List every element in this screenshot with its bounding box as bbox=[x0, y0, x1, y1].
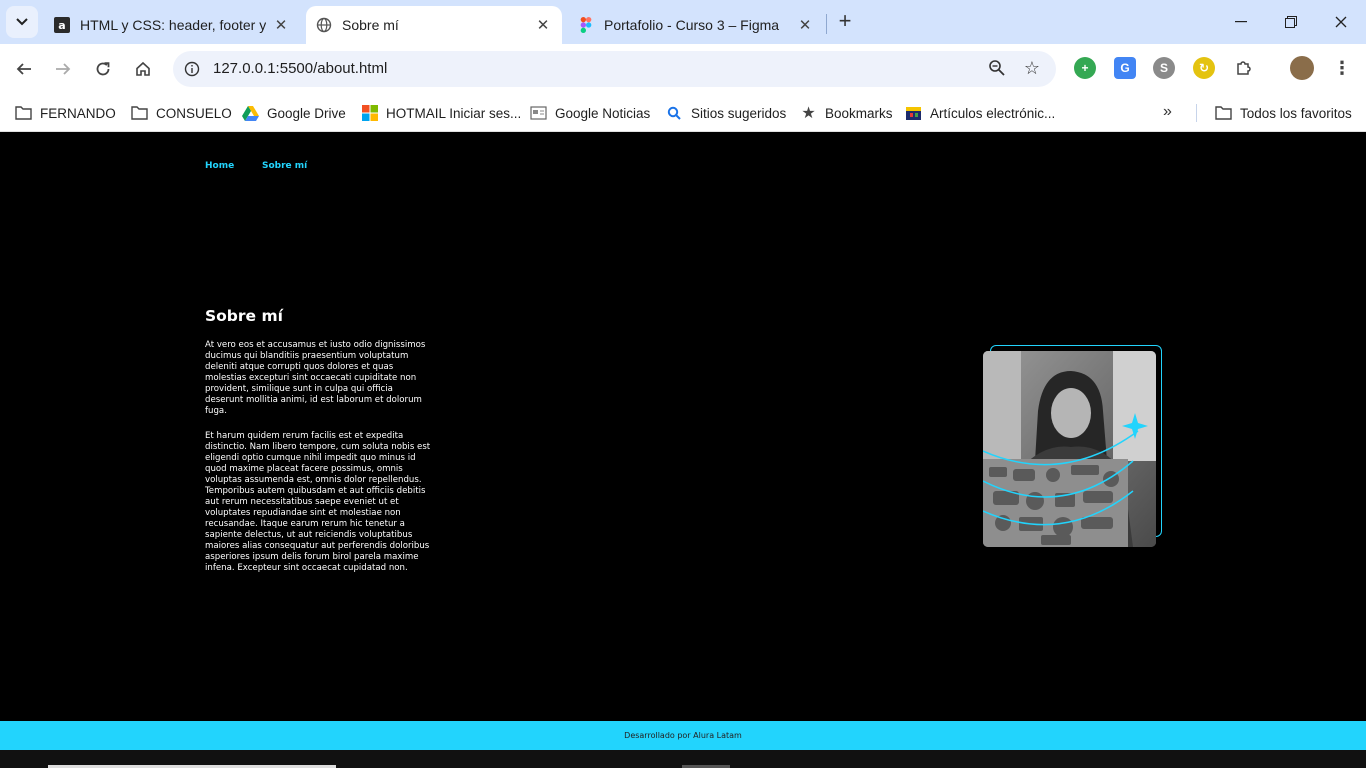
bookmark-all-favorites[interactable]: Todos los favoritos bbox=[1215, 102, 1352, 124]
store-icon bbox=[905, 105, 922, 122]
tab-alura[interactable]: a HTML y CSS: header, footer y va ✕ bbox=[44, 6, 300, 44]
back-icon[interactable] bbox=[11, 56, 37, 82]
close-window-icon[interactable] bbox=[1326, 8, 1356, 36]
bookmark-star-icon[interactable]: ☆ bbox=[1024, 58, 1040, 79]
minimize-icon[interactable] bbox=[1226, 8, 1256, 36]
bookmark-label: Google Noticias bbox=[555, 105, 651, 121]
folder-icon bbox=[1215, 105, 1232, 122]
extension-circle-icon[interactable]: ↻ bbox=[1193, 57, 1215, 79]
close-icon[interactable]: ✕ bbox=[796, 16, 814, 34]
folder-icon bbox=[15, 105, 32, 122]
figma-icon bbox=[578, 17, 594, 33]
more-bookmarks-icon[interactable]: » bbox=[1163, 103, 1172, 121]
bookmark-google-drive[interactable]: Google Drive bbox=[242, 102, 346, 124]
browser-toolbar: 127.0.0.1:5500/about.html ☆ + G S ↻ ⋮ bbox=[0, 44, 1366, 94]
close-icon[interactable]: ✕ bbox=[272, 16, 290, 34]
more-menu-icon[interactable]: ⋮ bbox=[1331, 57, 1353, 79]
skype-icon[interactable]: S bbox=[1153, 57, 1175, 79]
tab-title: HTML y CSS: header, footer y va bbox=[80, 17, 266, 33]
bookmark-hotmail[interactable]: HOTMAIL Iniciar ses... bbox=[361, 102, 521, 124]
bookmark-label: FERNANDO bbox=[40, 105, 116, 121]
bookmark-consuelo[interactable]: CONSUELO bbox=[131, 102, 232, 124]
bookmarks-bar: FERNANDO CONSUELO Google Drive HOTMAIL I… bbox=[0, 94, 1366, 132]
extensions-puzzle-icon[interactable] bbox=[1233, 57, 1255, 79]
about-paragraph-1: At vero eos et accusamus et iusto odio d… bbox=[205, 340, 426, 416]
chevron-down-icon bbox=[16, 18, 28, 26]
site-info-icon[interactable] bbox=[183, 60, 201, 78]
search-icon bbox=[666, 105, 683, 122]
bookmark-bookmarks[interactable]: ★ Bookmarks bbox=[800, 102, 893, 124]
profile-avatar[interactable] bbox=[1290, 56, 1314, 80]
bookmark-google-noticias[interactable]: Google Noticias bbox=[530, 102, 650, 124]
star-icon: ★ bbox=[801, 105, 816, 122]
google-drive-icon bbox=[242, 105, 259, 122]
url-text[interactable]: 127.0.0.1:5500/about.html bbox=[213, 60, 387, 77]
google-translate-icon[interactable]: G bbox=[1114, 57, 1136, 79]
home-icon[interactable] bbox=[130, 56, 156, 82]
alura-icon: a bbox=[54, 17, 70, 33]
reload-icon[interactable] bbox=[90, 56, 116, 82]
tab-separator bbox=[826, 14, 827, 34]
page-footer: Desarrollado por Alura Latam bbox=[0, 721, 1366, 750]
bookmark-articulos[interactable]: Artículos electrónic... bbox=[905, 102, 1055, 124]
nav-link-sobre-mi[interactable]: Sobre mí bbox=[262, 161, 307, 171]
new-tab-button[interactable]: + bbox=[834, 10, 856, 33]
bookmark-fernando[interactable]: FERNANDO bbox=[15, 102, 116, 124]
about-paragraph-2: Et harum quidem rerum facilis est et exp… bbox=[205, 431, 431, 573]
restore-icon[interactable] bbox=[1276, 8, 1306, 36]
close-icon[interactable]: ✕ bbox=[534, 16, 552, 34]
tab-title: Portafolio - Curso 3 – Figma bbox=[604, 17, 780, 33]
microsoft-icon bbox=[361, 105, 378, 122]
tab-search-button[interactable] bbox=[6, 6, 38, 38]
globe-icon bbox=[316, 17, 332, 33]
svg-text:a: a bbox=[58, 19, 65, 32]
bookmark-label: Todos los favoritos bbox=[1240, 105, 1352, 121]
profile-photo bbox=[983, 351, 1156, 547]
page-title: Sobre mí bbox=[205, 307, 283, 325]
bookmark-label: Bookmarks bbox=[825, 105, 893, 121]
extension-plus-icon[interactable]: + bbox=[1074, 57, 1096, 79]
bookmark-label: HOTMAIL Iniciar ses... bbox=[386, 105, 522, 121]
taskbar bbox=[0, 750, 1366, 768]
page-content: Home Sobre mí Sobre mí At vero eos et ac… bbox=[0, 133, 1366, 721]
bookmark-sitios-sugeridos[interactable]: Sitios sugeridos bbox=[666, 102, 786, 124]
tab-title: Sobre mí bbox=[342, 17, 399, 33]
bookmarks-separator bbox=[1196, 104, 1197, 122]
bookmark-label: Google Drive bbox=[267, 105, 346, 121]
bookmark-label: CONSUELO bbox=[156, 105, 232, 121]
bookmark-label: Sitios sugeridos bbox=[691, 105, 787, 121]
tab-strip: a HTML y CSS: header, footer y va ✕ Sobr… bbox=[0, 0, 1366, 44]
tab-sobre-mi[interactable]: Sobre mí ✕ bbox=[306, 6, 562, 44]
zoom-icon[interactable] bbox=[988, 59, 1006, 82]
forward-icon[interactable] bbox=[50, 56, 76, 82]
news-icon bbox=[530, 105, 547, 122]
footer-text: Desarrollado por Alura Latam bbox=[624, 731, 742, 740]
folder-icon bbox=[131, 105, 148, 122]
tab-figma[interactable]: Portafolio - Curso 3 – Figma ✕ bbox=[568, 6, 824, 44]
address-bar[interactable]: 127.0.0.1:5500/about.html ☆ bbox=[173, 51, 1056, 87]
bookmark-label: Artículos electrónic... bbox=[930, 105, 1056, 121]
nav-link-home[interactable]: Home bbox=[205, 161, 234, 171]
